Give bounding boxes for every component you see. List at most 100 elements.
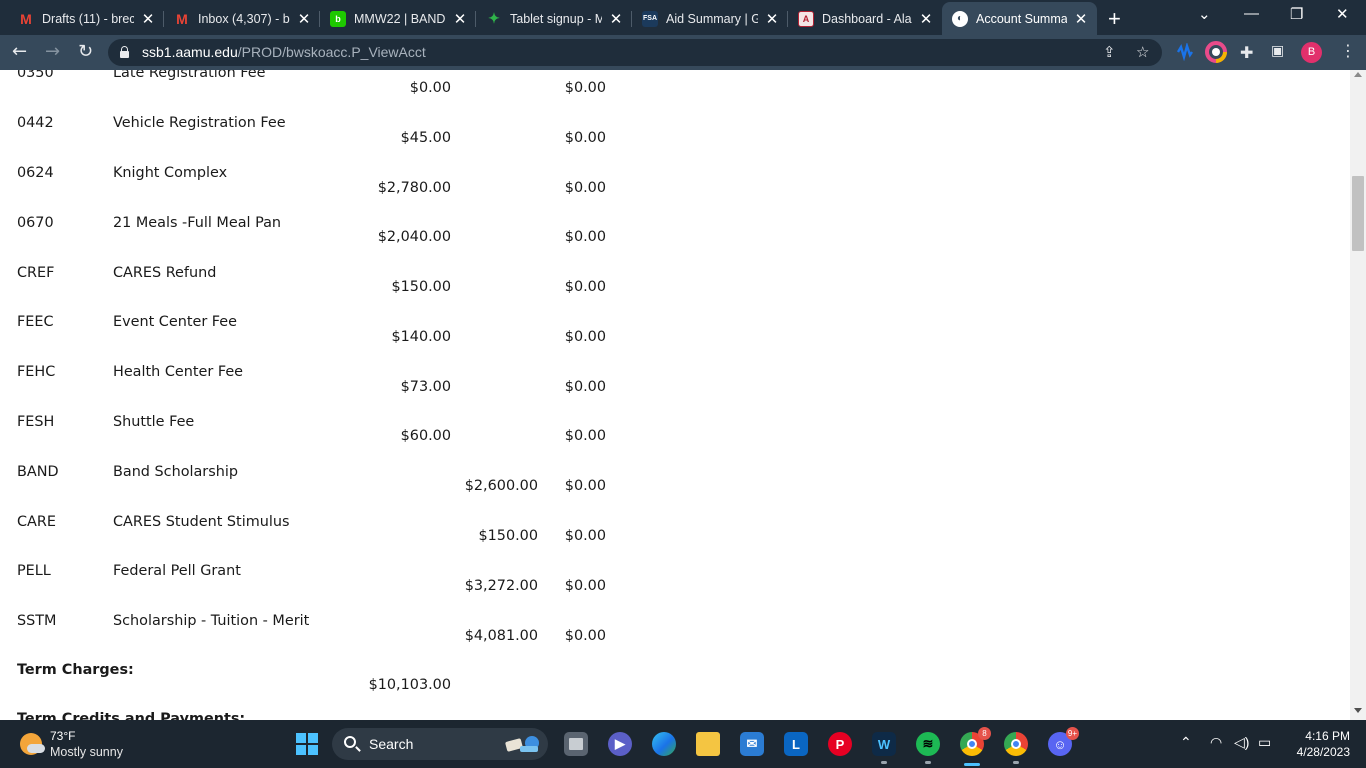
chrome-icon[interactable]: 8 [960,727,991,756]
pinterest-icon[interactable]: P [828,732,852,756]
show-hidden-icons-chevron-icon[interactable]: ⌃ [1180,734,1192,751]
close-tab-icon[interactable]: ✕ [1073,10,1089,28]
url-domain: ssb1.aamu.edu [142,44,238,60]
balance-amount: $0.00 [564,279,606,295]
detail-description: Vehicle Registration Fee [113,115,286,131]
search-icon [344,736,356,748]
charge-amount: $140.00 [391,329,451,345]
webex-icon[interactable]: W [872,732,896,756]
side-panel-icon[interactable]: ▣ [1271,43,1284,59]
linkedin-learning-icon[interactable]: L [784,732,808,756]
weather-condition: Mostly sunny [50,745,123,759]
start-button[interactable] [296,733,318,755]
detail-description: Knight Complex [113,165,228,181]
extension-color-ring-icon[interactable] [1205,41,1227,63]
detail-description: 21 Meals -Full Meal Pan [113,215,282,231]
detail-description: Health Center Fee [113,364,244,380]
detail-code: FEEC [17,314,54,330]
charge-amount: $2,780.00 [377,180,451,196]
detail-code: PELL [17,563,51,579]
reload-button[interactable]: ↻ [78,41,93,62]
tab-title: Tablet signup - M [510,11,602,26]
tab-search-icon[interactable]: ⌄ [1198,5,1211,23]
taskbar: 73°F Mostly sunny Search ▶ ✉ L P W ≋ 8 ☺… [0,720,1366,768]
close-tab-icon[interactable]: ✕ [918,10,934,28]
fsa-icon: FSA [642,10,658,27]
file-explorer-icon[interactable] [696,732,720,756]
extensions-puzzle-icon[interactable]: ✚ [1240,43,1253,62]
clock-time[interactable]: 4:16 PM [1300,729,1350,743]
detail-description: Event Center Fee [113,314,238,330]
file-stack-app-icon[interactable] [564,732,588,756]
charge-amount: $60.00 [400,428,451,444]
clock-date[interactable]: 4/28/2023 [1288,745,1350,759]
discord-icon[interactable]: ☺ 9+ [1048,727,1079,756]
tab-drafts[interactable]: M Drafts (11) - brec ✕ [8,2,164,35]
tab-title: Drafts (11) - brec [42,11,134,26]
detail-description: Federal Pell Grant [113,563,241,579]
close-window-button[interactable]: ✕ [1336,5,1349,23]
forward-button[interactable]: → [45,41,60,62]
taskbar-search-box[interactable]: Search [332,728,548,760]
menu-icon[interactable]: ⋮ [1340,41,1356,60]
discord-notification-badge: 9+ [1065,727,1079,740]
battery-icon[interactable]: ▭ [1258,734,1271,751]
detail-code: 0670 [17,215,54,231]
detail-code: CREF [17,265,55,281]
address-bar[interactable]: ssb1.aamu.edu/PROD/bwskoacc.P_ViewAcct ⇪… [108,39,1162,66]
charge-amount: $73.00 [400,379,451,395]
back-button[interactable]: ← [12,41,27,62]
share-icon[interactable]: ⇪ [1103,43,1116,61]
close-tab-icon[interactable]: ✕ [452,10,468,28]
profile-avatar[interactable]: B [1301,42,1322,63]
account-summary-page: 0350 Late Registration Fee $0.00 $0.00 0… [0,70,1350,720]
detail-code: FEHC [17,364,56,380]
charge-amount: $2,040.00 [377,229,451,245]
detail-code: FESH [17,414,55,430]
bookmark-star-icon[interactable]: ☆ [1136,43,1149,61]
band-app-icon: b [330,10,346,27]
scroll-up-arrow-icon[interactable] [1354,72,1362,77]
balance-amount: $0.00 [564,578,606,594]
tab-title: Inbox (4,307) - br [198,11,290,26]
detail-code: CARE [17,514,56,530]
browser-tab-strip: M Drafts (11) - brec ✕ M Inbox (4,307) -… [0,0,1366,35]
lock-icon[interactable] [120,46,129,58]
close-tab-icon[interactable]: ✕ [140,10,156,28]
tab-mmw22-band[interactable]: b MMW22 | BAND ✕ [320,2,476,35]
url-text[interactable]: ssb1.aamu.edu/PROD/bwskoacc.P_ViewAcct [142,44,426,60]
spotify-icon[interactable]: ≋ [916,732,940,756]
tab-tablet-signup[interactable]: ✦ Tablet signup - M ✕ [476,2,632,35]
volume-icon[interactable]: ◁) [1234,734,1249,751]
wifi-icon[interactable]: ◠ [1210,734,1222,751]
tab-inbox[interactable]: M Inbox (4,307) - br ✕ [164,2,320,35]
detail-description: CARES Refund [113,265,217,281]
gmail-icon: M [20,10,32,27]
edge-browser-icon[interactable] [652,732,676,756]
detail-code: 0350 [17,70,54,81]
tab-aid-summary[interactable]: FSA Aid Summary | G ✕ [632,2,788,35]
url-path: /PROD/bwskoacc.P_ViewAcct [237,44,426,60]
close-tab-icon[interactable]: ✕ [608,10,624,28]
close-tab-icon[interactable]: ✕ [296,10,312,28]
restore-button[interactable]: ❐ [1290,5,1303,23]
tab-title: Dashboard - Alal [822,11,912,26]
term-credits-label: Term Credits and Payments: [17,711,246,720]
scroll-down-arrow-icon[interactable] [1354,708,1362,713]
tab-dashboard[interactable]: A Dashboard - Alal ✕ [788,2,942,35]
chrome-profile-icon[interactable] [1004,732,1028,756]
running-indicator [1013,761,1019,764]
term-charges-value: $10,103.00 [368,677,451,693]
vertical-scrollbar[interactable] [1350,70,1366,720]
scrollbar-thumb[interactable] [1352,176,1364,251]
mail-icon[interactable]: ✉ [740,732,764,756]
weather-temperature: 73°F [50,729,76,743]
minimize-button[interactable]: — [1244,5,1259,22]
detail-description: CARES Student Stimulus [113,514,290,530]
close-tab-icon[interactable]: ✕ [764,10,780,28]
detail-description: Band Scholarship [113,464,238,480]
extension-waveform-icon[interactable] [1176,43,1194,61]
tab-account-summary[interactable]: ◐ Account Summar ✕ [942,2,1097,35]
new-tab-button[interactable]: + [1108,6,1121,32]
teams-meet-icon[interactable]: ▶ [608,732,632,756]
